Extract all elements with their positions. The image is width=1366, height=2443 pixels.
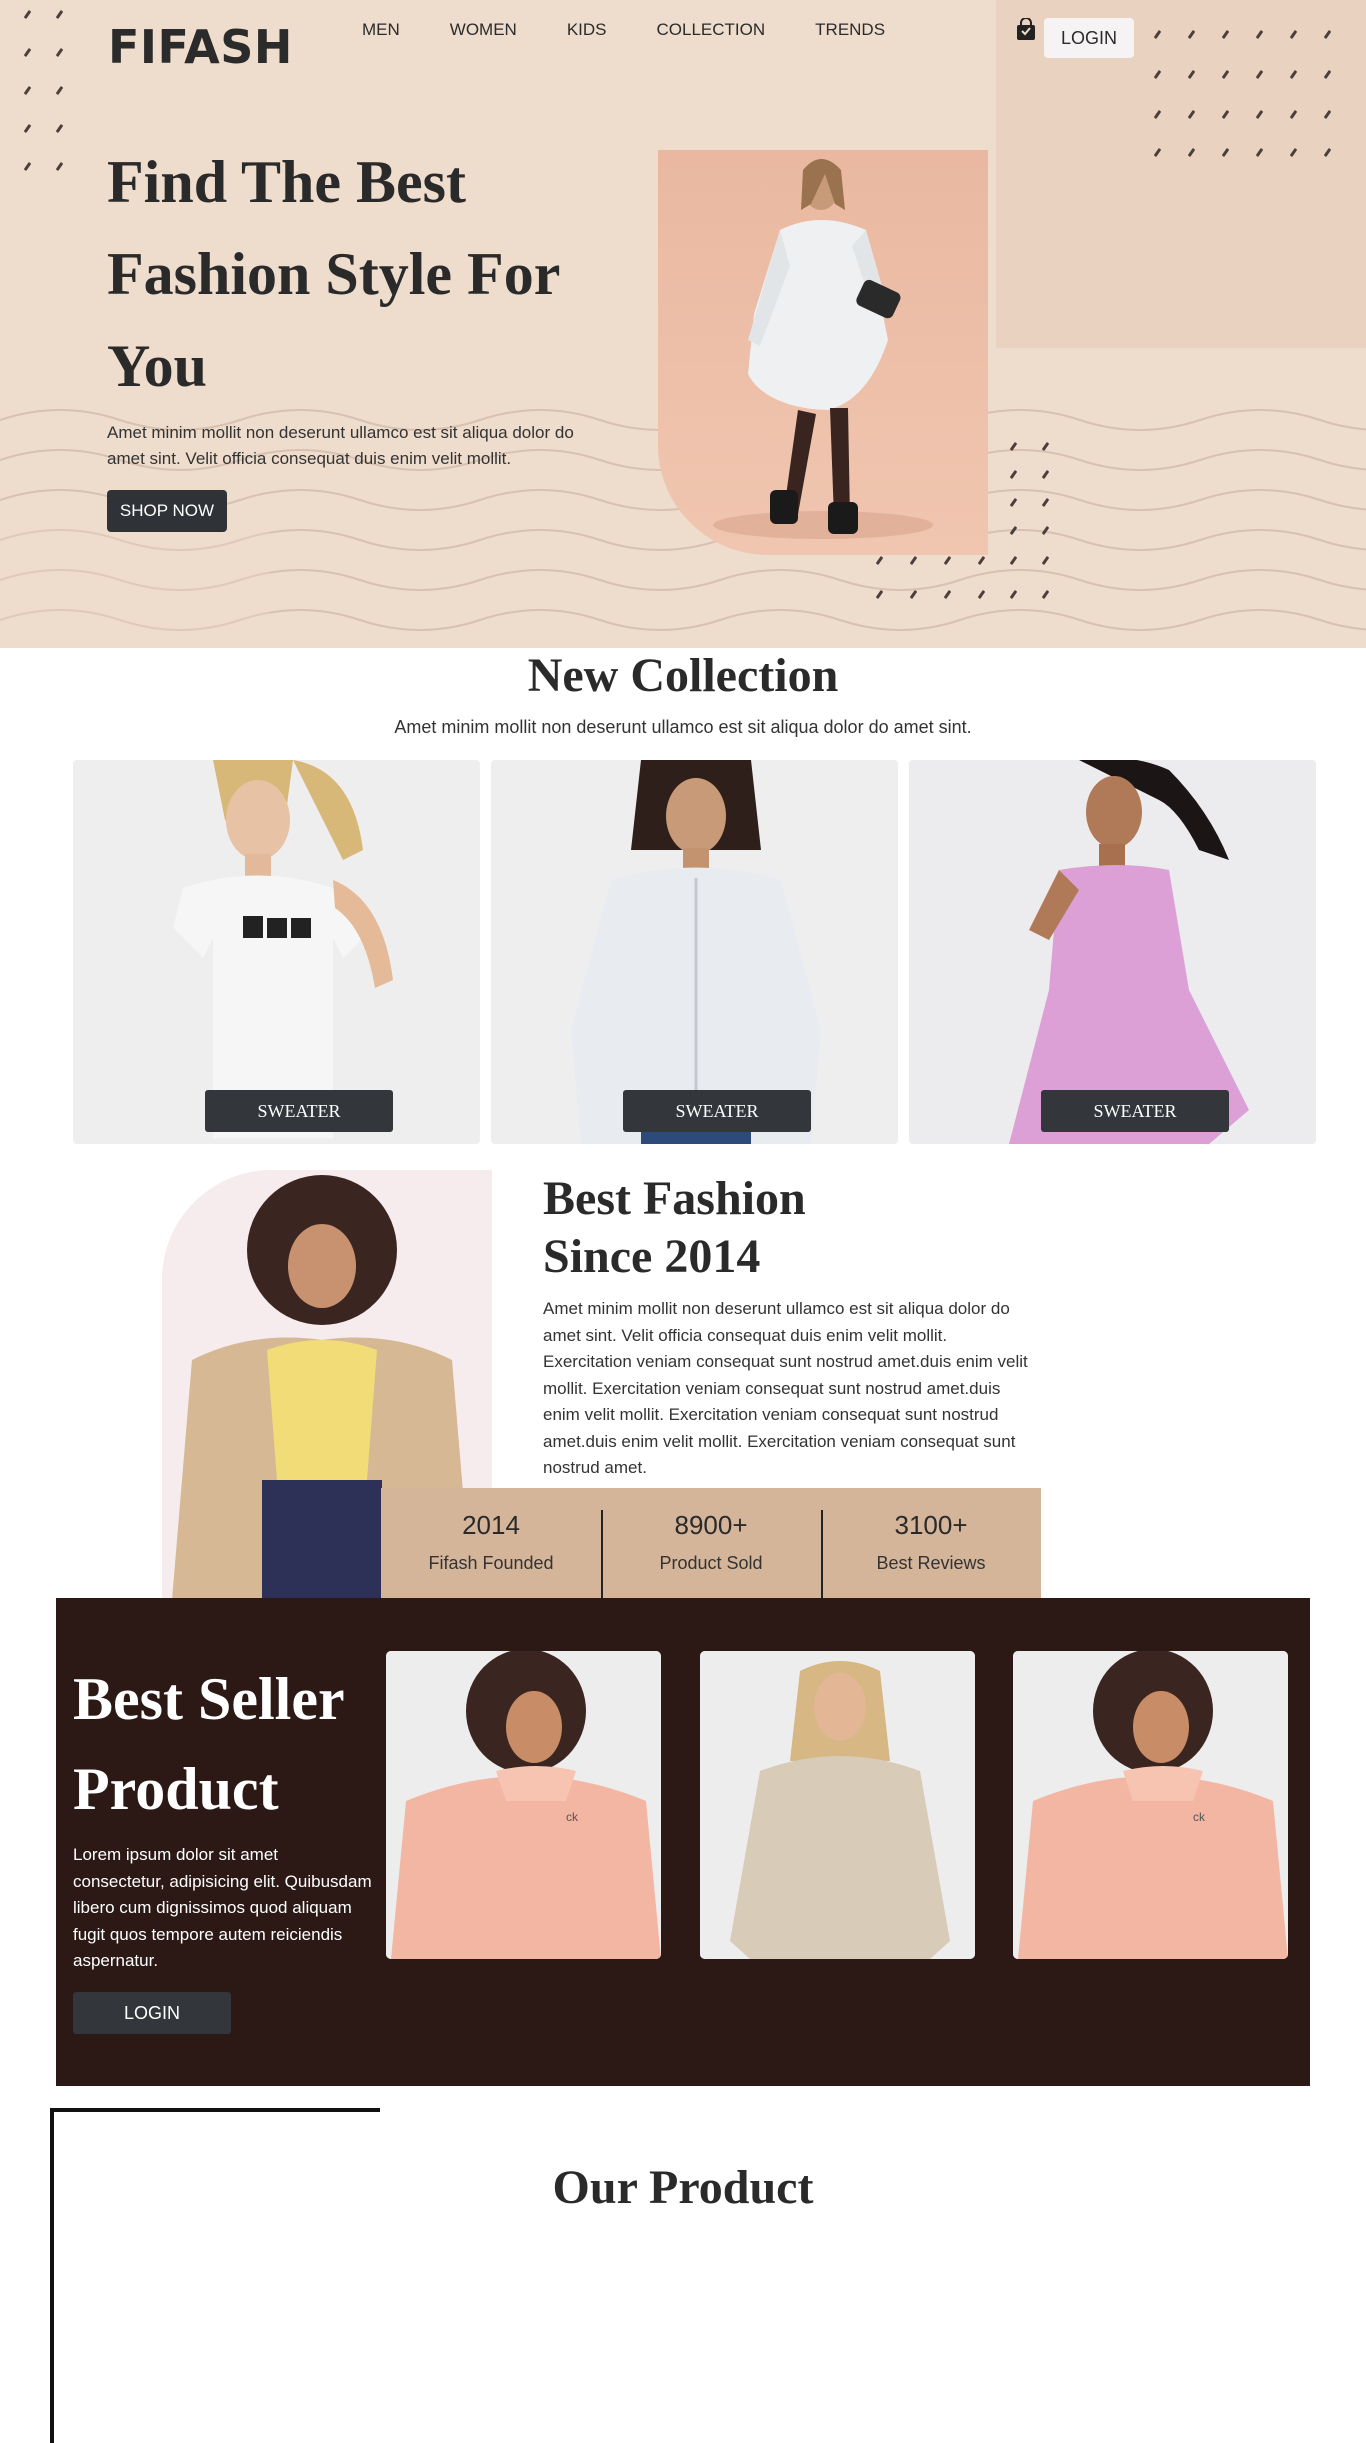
new-collection-title: New Collection xyxy=(527,649,839,702)
best-seller-description: Lorem ipsum dolor sit amet consectetur, … xyxy=(73,1845,372,1970)
collection-photo-jacket xyxy=(491,760,898,1144)
shopping-bag-icon[interactable] xyxy=(1014,17,1038,42)
login-button[interactable]: LOGIN xyxy=(1044,18,1134,58)
best-fashion-title-line2: Since 2014 xyxy=(543,1230,761,1283)
new-collection-subtitle: Amet minim mollit non deserunt ullamco e… xyxy=(394,717,972,737)
best-fashion-title-line1: Best Fashion xyxy=(543,1172,806,1225)
stat-reviews: 3100+ Best Reviews xyxy=(821,1488,1041,1600)
hero-model-photo xyxy=(658,150,988,555)
collection-photo-dress xyxy=(909,760,1316,1144)
hero-section: FIFASH MEN WOMEN KIDS COLLECTION TRENDS … xyxy=(0,0,1366,648)
nav-item-women[interactable]: WOMEN xyxy=(450,20,517,40)
collection-sweater-button[interactable]: SWEATER xyxy=(205,1090,393,1132)
our-product-title: Our Product xyxy=(552,2161,814,2214)
product-photo-pink-hoodie: ck xyxy=(1013,1651,1288,1959)
stat-value: 2014 xyxy=(462,1510,520,1540)
best-seller-login-button[interactable]: LOGIN xyxy=(73,1992,231,2034)
collection-sweater-button[interactable]: SWEATER xyxy=(623,1090,811,1132)
shop-now-button[interactable]: SHOP NOW xyxy=(107,490,227,532)
collection-photo-tshirt xyxy=(73,760,480,1144)
collection-sweater-button[interactable]: SWEATER xyxy=(1041,1090,1229,1132)
best-seller-section: Best Seller Product Lorem ipsum dolor si… xyxy=(56,1598,1310,2086)
product-card[interactable]: ck xyxy=(1013,1651,1288,1959)
logo[interactable]: FIFASH xyxy=(108,20,293,74)
collection-card[interactable]: SWEATER xyxy=(909,760,1316,1144)
hero-title: Find The Best Fashion Style For You xyxy=(107,149,560,399)
svg-text:ck: ck xyxy=(1193,1810,1206,1824)
stats-panel: 2014 Fifash Founded 8900+ Product Sold 3… xyxy=(381,1488,1041,1600)
nav-item-collection[interactable]: COLLECTION xyxy=(657,20,766,40)
stat-label: Best Reviews xyxy=(876,1553,986,1573)
our-product-frame xyxy=(50,2108,380,2443)
collection-card[interactable]: SWEATER xyxy=(491,760,898,1144)
best-seller-title: Best Seller Product xyxy=(73,1666,344,1822)
best-fashion-title: Best Fashion Since 2014 xyxy=(543,1170,943,1286)
stat-label: Product Sold xyxy=(659,1553,763,1573)
stat-founded: 2014 Fifash Founded xyxy=(381,1488,601,1600)
nav-item-kids[interactable]: KIDS xyxy=(567,20,607,40)
stat-value: 8900+ xyxy=(674,1510,748,1540)
stat-products-sold: 8900+ Product Sold xyxy=(601,1488,821,1600)
product-card[interactable] xyxy=(700,1651,975,1959)
nav-item-trends[interactable]: TRENDS xyxy=(815,20,885,40)
best-fashion-description: Amet minim mollit non deserunt ullamco e… xyxy=(543,1299,1028,1477)
stat-value: 3100+ xyxy=(894,1510,968,1540)
collection-card[interactable]: SWEATER xyxy=(73,760,480,1144)
nav-item-men[interactable]: MEN xyxy=(362,20,400,40)
hero-description: Amet minim mollit non deserunt ullamco e… xyxy=(107,423,574,468)
product-card[interactable]: ck xyxy=(386,1651,661,1959)
stat-label: Fifash Founded xyxy=(428,1553,554,1573)
product-photo-beige-sweater xyxy=(700,1651,975,1959)
main-nav: MEN WOMEN KIDS COLLECTION TRENDS xyxy=(362,20,935,40)
svg-text:ck: ck xyxy=(566,1810,579,1824)
page: FIFASH MEN WOMEN KIDS COLLECTION TRENDS … xyxy=(0,0,1366,2443)
product-photo-pink-hoodie: ck xyxy=(386,1651,661,1959)
